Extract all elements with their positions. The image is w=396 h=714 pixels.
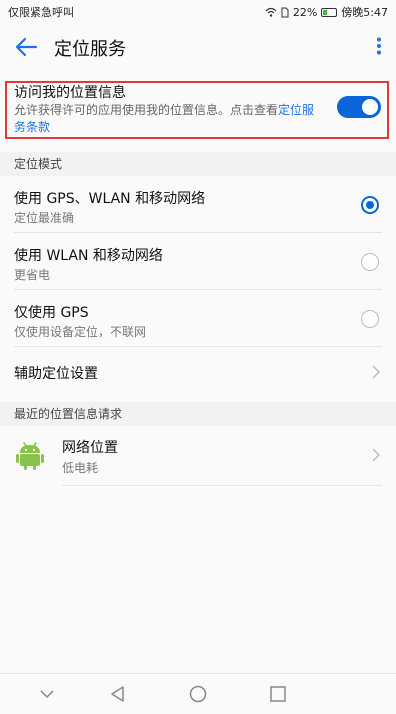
- location-access-title: 访问我的位置信息: [14, 85, 126, 101]
- page-title: 定位服务: [54, 39, 126, 60]
- status-bar: 仅限紧急呼叫 22% 傍晚5:47: [0, 0, 396, 22]
- location-access-row[interactable]: 访问我的位置信息 允许获得许可的应用使用我的位置信息。点击查看定位服务条款: [0, 80, 396, 142]
- more-options-icon[interactable]: [376, 37, 382, 55]
- description-text: 允许获得许可的应用使用我的位置信息。点击查看: [14, 103, 279, 117]
- mode-option-subtitle: 更省电: [14, 268, 51, 282]
- battery-percent: 22%: [292, 5, 318, 19]
- back-arrow-icon[interactable]: [14, 36, 38, 58]
- mode-option-title: 使用 WLAN 和移动网络: [14, 248, 163, 264]
- location-access-description: 允许获得许可的应用使用我的位置信息。点击查看定位服务条款: [14, 102, 326, 136]
- chevron-right-icon: [372, 448, 380, 462]
- battery-icon: [321, 7, 338, 17]
- toggle-knob: [362, 99, 378, 115]
- mode-option-subtitle: 仅使用设备定位，不联网: [14, 325, 147, 339]
- radio-unselected[interactable]: [361, 310, 379, 328]
- assisted-location-settings-row[interactable]: 辅助定位设置: [0, 347, 396, 397]
- mode-option-title: 仅使用 GPS: [14, 305, 89, 321]
- recent-request-title: 网络位置: [62, 440, 118, 456]
- back-icon[interactable]: [108, 684, 128, 704]
- recents-icon[interactable]: [268, 684, 288, 704]
- chevron-right-icon: [372, 365, 380, 379]
- mode-option-subtitle: 定位最准确: [14, 211, 75, 225]
- mode-option-title: 使用 GPS、WLAN 和移动网络: [14, 191, 206, 207]
- app-bar: 定位服务: [0, 22, 396, 72]
- divider: [62, 485, 382, 486]
- navigation-bar: [0, 673, 396, 714]
- mode-option-gps-only[interactable]: 仅使用 GPS 仅使用设备定位，不联网: [0, 290, 396, 347]
- section-header-recent-requests: 最近的位置信息请求: [0, 402, 396, 426]
- home-icon[interactable]: [188, 684, 208, 704]
- hide-nav-chevron-icon[interactable]: [37, 684, 57, 704]
- location-access-toggle[interactable]: [337, 96, 381, 118]
- mode-option-gps-wlan-mobile[interactable]: 使用 GPS、WLAN 和移动网络 定位最准确: [0, 176, 396, 233]
- carrier-text: 仅限紧急呼叫: [8, 6, 74, 19]
- wifi-icon: [265, 7, 277, 17]
- section-header-location-mode: 定位模式: [0, 152, 396, 176]
- recent-request-subtitle: 低电耗: [62, 461, 99, 475]
- recent-request-item[interactable]: 网络位置 低电耗: [0, 426, 396, 486]
- mode-option-wlan-mobile[interactable]: 使用 WLAN 和移动网络 更省电: [0, 233, 396, 290]
- assisted-location-label: 辅助定位设置: [14, 366, 98, 382]
- radio-unselected[interactable]: [361, 253, 379, 271]
- radio-selected[interactable]: [361, 196, 379, 214]
- clock: 傍晚5:47: [341, 6, 388, 19]
- status-right: 22% 傍晚5:47: [265, 4, 388, 20]
- android-icon: [16, 442, 44, 470]
- sim-icon: [281, 7, 289, 17]
